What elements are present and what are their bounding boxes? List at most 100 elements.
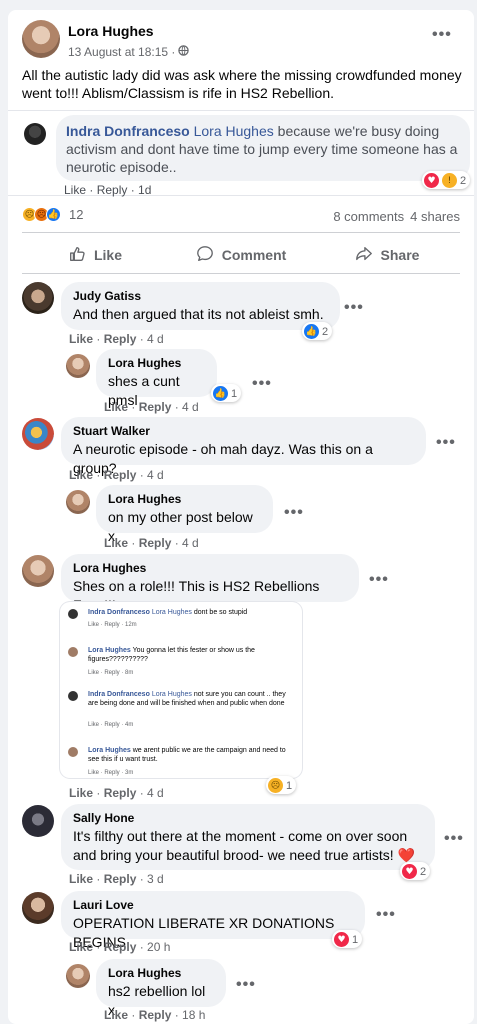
- thumbs-up-icon: [68, 245, 86, 266]
- comment-actions: Like · Reply · 18 h: [104, 1008, 206, 1022]
- comment-actions: Like · Reply · 4 d: [104, 400, 199, 414]
- comment-bubble: Stuart Walker A neurotic episode - oh ma…: [61, 417, 426, 476]
- like-link[interactable]: Like: [69, 872, 93, 886]
- like-link[interactable]: Like: [69, 940, 93, 954]
- reaction-summary[interactable]: ☹ ☹ 👍 12: [22, 207, 83, 222]
- divider: [22, 232, 460, 233]
- action-bar: Like Comment Share: [22, 238, 460, 272]
- comment-more-icon[interactable]: •••: [284, 504, 304, 522]
- like-reaction-icon: 👍: [304, 324, 319, 339]
- post-text: All the autistic lady did was ask where …: [22, 67, 462, 101]
- like-link[interactable]: Like: [104, 1008, 128, 1022]
- reply-link[interactable]: Reply: [104, 940, 137, 954]
- comment-author[interactable]: Lora Hughes: [108, 966, 214, 980]
- commenter-avatar[interactable]: [22, 418, 54, 450]
- divider: [22, 273, 460, 274]
- comment-author[interactable]: Lora Hughes: [108, 356, 205, 370]
- share-arrow-icon: [355, 245, 373, 266]
- comment-actions: Like · Reply · 4 d: [104, 536, 199, 550]
- shares-count[interactable]: 4 shares: [410, 209, 460, 224]
- reply-link[interactable]: Reply: [104, 786, 137, 800]
- like-reaction-icon: 👍: [213, 386, 228, 401]
- commenter-avatar[interactable]: [66, 490, 90, 514]
- post-more-icon[interactable]: •••: [432, 26, 452, 44]
- screenshot-comment: Lora Hughes You gonna let this fester or…: [68, 646, 296, 680]
- wow-reaction-icon: !: [442, 173, 457, 188]
- comment-more-icon[interactable]: •••: [444, 830, 464, 848]
- shared-comment-actions: Like · Reply · 1d: [64, 183, 152, 197]
- reply-bubble: Lora Hughes shes a cunt pmsl: [96, 349, 217, 408]
- author-avatar[interactable]: [22, 20, 60, 58]
- attached-screenshot[interactable]: Indra Donfranceso Lora Hughes dont be so…: [60, 602, 302, 778]
- reply-link[interactable]: Reply: [139, 1008, 172, 1022]
- reply-link[interactable]: Reply: [104, 468, 137, 482]
- commenter-avatar[interactable]: [66, 964, 90, 988]
- comment-reactions[interactable]: ♥ 1: [332, 930, 363, 948]
- comment-author[interactable]: Lauri Love: [73, 898, 353, 912]
- commenter-avatar[interactable]: [66, 354, 90, 378]
- sad-reaction-icon: ☹: [268, 778, 283, 793]
- like-link[interactable]: Like: [104, 400, 128, 414]
- comment-bubble: Sally Hone It's filthy out there at the …: [61, 804, 435, 870]
- comment-bubble: Lauri Love OPERATION LIBERATE XR DONATIO…: [61, 891, 365, 950]
- comments-count[interactable]: 8 comments: [333, 209, 404, 224]
- comment-author[interactable]: Lora Hughes: [73, 561, 347, 575]
- comment-reactions[interactable]: 👍 2: [302, 322, 333, 340]
- like-link[interactable]: Like: [69, 332, 93, 346]
- screenshot-comment: Lora Hughes we arent public we are the c…: [68, 746, 296, 778]
- comment-more-icon[interactable]: •••: [236, 976, 256, 994]
- like-link[interactable]: Like: [104, 536, 128, 550]
- comment-more-icon[interactable]: •••: [252, 375, 272, 393]
- comment-bubble: Lora Hughes Shes on a role!!! This is HS…: [61, 554, 359, 613]
- comment-author[interactable]: Judy Gatiss: [73, 289, 328, 303]
- post-date[interactable]: 13 August at 18:15 ·: [68, 45, 175, 59]
- shared-like-link[interactable]: Like: [64, 183, 86, 197]
- comment-reactions[interactable]: 👍 1: [211, 384, 242, 402]
- comment-author[interactable]: Sally Hone: [73, 811, 423, 825]
- comment-actions: Like · Reply · 4 d: [69, 468, 164, 482]
- comment-more-icon[interactable]: •••: [436, 434, 456, 452]
- post-card: Lora Hughes 13 August at 18:15 · ••• All…: [8, 10, 474, 1024]
- shared-reply-link[interactable]: Reply: [97, 183, 128, 197]
- comment-text: And then argued that its not ableist smh…: [73, 306, 324, 322]
- comment-author[interactable]: Lora Hughes: [108, 492, 261, 506]
- post-author[interactable]: Lora Hughes: [68, 23, 154, 39]
- like-button[interactable]: Like: [22, 238, 168, 272]
- comment-reactions[interactable]: ♥ 2: [400, 862, 431, 880]
- shared-comment-bubble: Indra Donfranceso Lora Hughes because we…: [56, 115, 470, 181]
- shared-comment-author[interactable]: Indra Donfranceso: [66, 123, 190, 139]
- like-link[interactable]: Like: [69, 468, 93, 482]
- reply-bubble: Lora Hughes hs2 rebellion lol x: [96, 959, 226, 1018]
- commenter-avatar[interactable]: [22, 282, 54, 314]
- love-reaction-icon: ♥: [424, 173, 439, 188]
- love-reaction-icon: ♥: [402, 864, 417, 879]
- comment-button[interactable]: Comment: [168, 238, 314, 272]
- share-button[interactable]: Share: [314, 238, 460, 272]
- comment-actions: Like · Reply · 4 d: [69, 332, 164, 346]
- reply-link[interactable]: Reply: [104, 332, 137, 346]
- comment-more-icon[interactable]: •••: [376, 906, 396, 924]
- like-reaction-icon: 👍: [46, 207, 61, 222]
- comment-more-icon[interactable]: •••: [344, 299, 364, 317]
- comment-reactions[interactable]: ☹ 1: [266, 776, 297, 794]
- reply-bubble: Lora Hughes on my other post below x: [96, 485, 273, 544]
- reply-link[interactable]: Reply: [139, 400, 172, 414]
- comment-author[interactable]: Stuart Walker: [73, 424, 414, 438]
- like-link[interactable]: Like: [69, 786, 93, 800]
- screenshot-comment: Indra Donfranceso Lora Hughes not sure y…: [68, 690, 296, 734]
- commenter-avatar[interactable]: [22, 805, 54, 837]
- comment-icon: [196, 245, 214, 266]
- post-stats: 8 comments 4 shares: [333, 209, 460, 224]
- comment-bubble: Judy Gatiss And then argued that its not…: [61, 282, 340, 330]
- globe-icon: [178, 43, 190, 61]
- reply-link[interactable]: Reply: [139, 536, 172, 550]
- comment-more-icon[interactable]: •••: [369, 571, 389, 589]
- commenter-avatar[interactable]: [22, 555, 54, 587]
- shared-comment-reactions[interactable]: ♥ ! 2: [422, 171, 471, 189]
- comment-actions: Like · Reply · 20 h: [69, 940, 171, 954]
- post-meta: 13 August at 18:15 ·: [68, 43, 190, 61]
- shared-comment-mention[interactable]: Lora Hughes: [194, 123, 274, 139]
- commenter-avatar[interactable]: [22, 892, 54, 924]
- commenter-avatar[interactable]: [24, 123, 46, 145]
- reply-link[interactable]: Reply: [104, 872, 137, 886]
